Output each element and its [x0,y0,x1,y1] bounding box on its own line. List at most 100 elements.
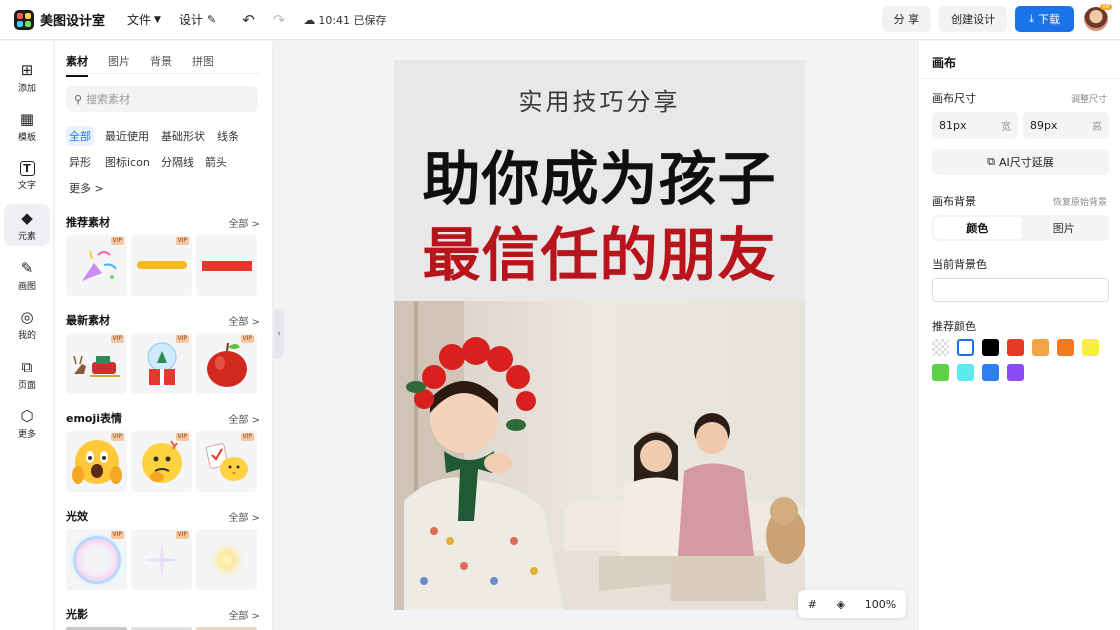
more-icon: ⬡ [20,406,34,425]
rail-label: 模板 [17,132,36,143]
asset-thumb-apple[interactable]: VIP [196,333,257,394]
app-logo[interactable]: 美图设计室 [14,9,105,30]
current-bg-color-field[interactable] [932,278,1109,302]
chip-all[interactable]: 全部 [66,126,94,146]
chip-recent[interactable]: 最近使用 [102,126,152,146]
asset-thumb-bubble[interactable]: VIP [66,529,127,590]
rail-item-more[interactable]: ⬡ 更多 [4,402,50,444]
undo-icon[interactable]: ↶ [242,11,255,29]
canvas-bg-label: 画布背景 [932,195,976,208]
zoom-level[interactable]: 100% [865,598,896,611]
rail-item-text[interactable]: T 文字 [4,155,50,197]
width-field[interactable]: 81px 宽 [932,112,1018,139]
vip-badge: VIP [175,433,189,441]
design-menu[interactable]: 设计 ✎ [179,11,216,28]
download-button[interactable]: ⤓ 下载 [1015,6,1074,32]
file-menu[interactable]: 文件 ▼ [127,11,161,28]
page-icon: ⧉ [21,357,33,376]
asset-thumb-snow-globe[interactable]: VIP [131,333,192,394]
checklist-chick-icon [205,442,248,481]
avatar-vip-badge: VIP [1100,4,1112,10]
rail-item-page[interactable]: ⧉ 页面 [4,353,50,395]
rail-item-add[interactable]: ⊞ 添加 [4,56,50,98]
create-design-button[interactable]: 创建设计 [939,6,1008,32]
width-value: 81px [939,119,967,132]
swatch-blue[interactable] [982,364,999,381]
swatch-black[interactable] [982,339,999,356]
draw-icon: ✎ [20,258,34,277]
search-input[interactable] [86,92,237,106]
yellow-stroke-shape [136,260,187,269]
canvas-subtitle[interactable]: 实用技巧分享 [394,82,805,117]
canvas-size-label: 画布尺寸 [932,92,976,105]
rail-item-template[interactable]: ▦ 模板 [4,105,50,147]
canvas-workspace[interactable]: ‹ 实用技巧分享 助你成为孩子 最信任的朋友 # ◈ 100% [274,41,918,630]
current-bg-label: 当前背景色 [932,258,987,271]
rail-item-draw[interactable]: ✎ 画图 [4,254,50,296]
family-photo[interactable] [394,301,805,610]
left-rail: ⊞ 添加 ▦ 模板 T 文字 ◆ 元素 ✎ 画图 ◎ 我的 ⧉ 页面 ⬡ 更多 [0,41,54,630]
share-button[interactable]: 分 享 [881,6,932,32]
asset-thumb-shocked-emoji[interactable]: VIP [66,431,127,492]
chip-icons[interactable]: 图标icon [102,152,153,172]
ai-extend-icon: ⧉ [987,155,996,168]
ai-size-extend-button[interactable]: ⧉ AI尺寸延展 [932,149,1109,175]
asset-thumb-checklist-emoji[interactable]: VIP [196,431,257,492]
swatch-green[interactable] [932,364,949,381]
swatch-transparent[interactable] [932,339,949,356]
asset-thumb-glow[interactable] [196,529,257,590]
layers-icon[interactable]: ◈ [837,598,845,611]
chip-lines[interactable]: 线条 [214,126,242,146]
asset-thumb-red-bar[interactable] [196,235,257,296]
zoom-toolbar: # ◈ 100% [798,590,906,618]
see-all-link[interactable]: 全部 > [228,607,260,622]
swatch-yellow[interactable] [1082,339,1099,356]
chip-dividers[interactable]: 分隔线 [158,152,197,172]
vip-badge: VIP [110,335,124,343]
restore-bg-link[interactable]: 恢复原始背景 [1053,195,1107,208]
swatch-light-orange[interactable] [1032,339,1049,356]
see-all-link[interactable]: 全部 > [228,313,260,328]
bg-tab-color[interactable]: 颜色 [934,217,1021,239]
save-status-text: 10:41 已保存 [318,13,387,27]
swatch-purple[interactable] [1007,364,1024,381]
asset-thumb-party-popper[interactable]: VIP [66,235,127,296]
bg-tab-image[interactable]: 图片 [1021,217,1108,239]
grid-icon[interactable]: # [808,598,817,611]
avatar[interactable]: VIP [1084,4,1112,31]
file-menu-label: 文件 [127,13,152,27]
asset-thumb-sparkle[interactable]: VIP [131,529,192,590]
section-title-latest: 最新素材 [66,314,110,327]
collapse-panel-handle[interactable]: ‹ [274,309,284,359]
adjust-size-link[interactable]: 调整尺寸 [1071,92,1107,105]
height-unit: 高 [1092,122,1102,133]
asset-thumb-sleigh[interactable]: VIP [66,333,127,394]
profile-icon: ◎ [20,307,34,326]
chip-irregular[interactable]: 异形 [66,152,94,172]
see-all-link[interactable]: 全部 > [228,509,260,524]
properties-panel: 画布 画布尺寸 调整尺寸 81px 宽 89px 高 ⧉ AI尺寸延展 画布背景… [918,41,1120,630]
swatch-orange[interactable] [1057,339,1074,356]
recommended-colors-label: 推荐颜色 [932,320,976,333]
rail-item-mine[interactable]: ◎ 我的 [4,303,50,345]
search-box[interactable]: ⚲ [66,86,258,112]
chevron-down-icon: ▼ [154,14,161,25]
chip-basic-shapes[interactable]: 基础形状 [158,126,208,146]
swatch-red[interactable] [1007,339,1024,356]
see-all-link[interactable]: 全部 > [228,215,260,230]
asset-thumb-thinking-emoji[interactable]: VIP [131,431,192,492]
chip-arrows[interactable]: 箭头 [202,152,230,172]
design-canvas[interactable]: 实用技巧分享 助你成为孩子 最信任的朋友 [394,60,805,610]
swatch-white[interactable] [957,339,974,356]
height-field[interactable]: 89px 高 [1023,112,1109,139]
asset-thumb-brush-stroke[interactable]: VIP [131,235,192,296]
swatch-cyan[interactable] [957,364,974,381]
chip-more[interactable]: 更多 > [66,178,107,198]
redo-icon[interactable]: ↷ [273,11,286,29]
rail-label: 我的 [17,330,36,341]
rail-label: 元素 [17,231,36,242]
see-all-link[interactable]: 全部 > [228,411,260,426]
canvas-title-line1[interactable]: 助你成为孩子 [394,132,805,216]
canvas-title-line2[interactable]: 最信任的朋友 [394,208,805,292]
rail-item-element[interactable]: ◆ 元素 [4,204,50,246]
